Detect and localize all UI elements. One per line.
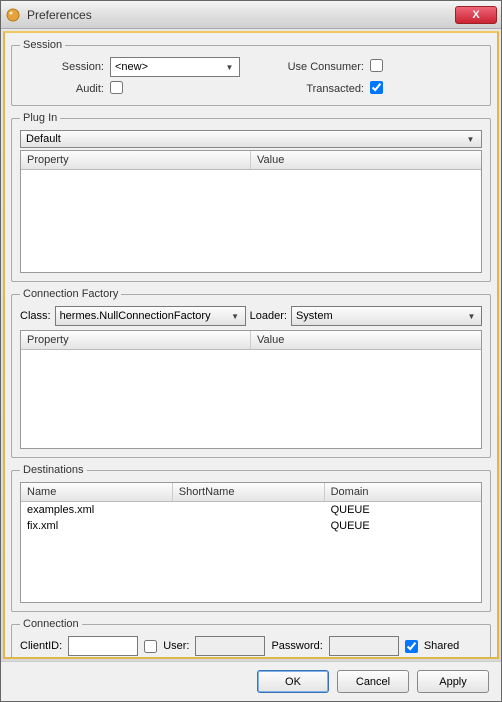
cf-table-head: Property Value: [21, 331, 481, 350]
dest-cell-shortname: [173, 518, 325, 534]
cf-class-value: hermes.NullConnectionFactory: [60, 310, 211, 322]
cf-col-property[interactable]: Property: [21, 331, 251, 349]
preferences-window: Preferences X Session Session: <new> ▼ U…: [0, 0, 502, 702]
plugin-table-body[interactable]: [21, 170, 481, 272]
plugin-table: Property Value: [20, 150, 482, 273]
dest-cell-domain: QUEUE: [325, 502, 481, 518]
password-label: Password:: [271, 640, 322, 652]
cf-legend: Connection Factory: [20, 288, 121, 300]
cf-table: Property Value: [20, 330, 482, 449]
connection-group: Connection ClientID: User: Password: Sha…: [11, 618, 491, 659]
audit-checkbox[interactable]: [110, 81, 123, 94]
chevron-down-icon: ▼: [228, 308, 243, 324]
password-input[interactable]: [329, 636, 399, 656]
session-label: Session:: [20, 61, 110, 73]
dest-table-head: Name ShortName Domain: [21, 483, 481, 502]
plugin-table-head: Property Value: [21, 151, 481, 170]
dest-cell-name: fix.xml: [21, 518, 173, 534]
cf-col-value[interactable]: Value: [251, 331, 481, 349]
close-button[interactable]: X: [455, 6, 497, 24]
dest-cell-domain: QUEUE: [325, 518, 481, 534]
cf-class-combo[interactable]: hermes.NullConnectionFactory ▼: [55, 306, 246, 326]
chevron-down-icon: ▼: [463, 131, 478, 147]
user-input[interactable]: [195, 636, 265, 656]
close-icon: X: [472, 9, 479, 21]
dest-legend: Destinations: [20, 464, 87, 476]
table-row[interactable]: fix.xml QUEUE: [21, 518, 481, 534]
plugin-select[interactable]: Default ▼: [20, 130, 482, 148]
transacted-label: Transacted:: [240, 83, 370, 95]
titlebar: Preferences X: [1, 1, 501, 29]
session-combo[interactable]: <new> ▼: [110, 57, 240, 77]
window-title: Preferences: [27, 8, 455, 22]
dest-cell-name: examples.xml: [21, 502, 173, 518]
session-group: Session Session: <new> ▼ Use Consumer: A…: [11, 39, 491, 106]
transacted-checkbox[interactable]: [370, 81, 383, 94]
plugin-col-value[interactable]: Value: [251, 151, 481, 169]
apply-button[interactable]: Apply: [417, 670, 489, 693]
dialog-button-row: OK Cancel Apply: [1, 661, 501, 701]
cf-loader-combo[interactable]: System ▼: [291, 306, 482, 326]
plugin-group: Plug In Default ▼ Property Value: [11, 112, 491, 282]
clientid-input[interactable]: [68, 636, 138, 656]
cancel-button[interactable]: Cancel: [337, 670, 409, 693]
content-area: Session Session: <new> ▼ Use Consumer: A…: [3, 31, 499, 659]
shared-checkbox[interactable]: [405, 640, 418, 653]
user-checkbox[interactable]: [144, 640, 157, 653]
dest-cell-shortname: [173, 502, 325, 518]
destinations-group: Destinations Name ShortName Domain examp…: [11, 464, 491, 612]
audit-label: Audit:: [20, 83, 110, 95]
connection-factory-group: Connection Factory Class: hermes.NullCon…: [11, 288, 491, 458]
shared-label: Shared: [424, 640, 459, 652]
cf-class-label: Class:: [20, 310, 51, 322]
dest-col-domain[interactable]: Domain: [325, 483, 481, 501]
user-label: User:: [163, 640, 189, 652]
session-legend: Session: [20, 39, 65, 51]
table-row[interactable]: examples.xml QUEUE: [21, 502, 481, 518]
dest-table-body[interactable]: examples.xml QUEUE fix.xml QUEUE: [21, 502, 481, 602]
cf-table-body[interactable]: [21, 350, 481, 448]
connection-legend: Connection: [20, 618, 82, 630]
use-consumer-checkbox[interactable]: [370, 59, 383, 72]
clientid-label: ClientID:: [20, 640, 62, 652]
chevron-down-icon: ▼: [464, 308, 479, 324]
session-combo-value: <new>: [115, 61, 148, 73]
dest-col-name[interactable]: Name: [21, 483, 173, 501]
plugin-legend: Plug In: [20, 112, 60, 124]
cf-loader-label: Loader:: [250, 310, 287, 322]
app-icon: [5, 7, 21, 23]
plugin-col-property[interactable]: Property: [21, 151, 251, 169]
cf-loader-value: System: [296, 310, 333, 322]
plugin-select-value: Default: [26, 133, 61, 145]
use-consumer-label: Use Consumer:: [240, 61, 370, 73]
dest-col-shortname[interactable]: ShortName: [173, 483, 325, 501]
destinations-table: Name ShortName Domain examples.xml QUEUE…: [20, 482, 482, 603]
ok-button[interactable]: OK: [257, 670, 329, 693]
chevron-down-icon: ▼: [222, 59, 237, 75]
